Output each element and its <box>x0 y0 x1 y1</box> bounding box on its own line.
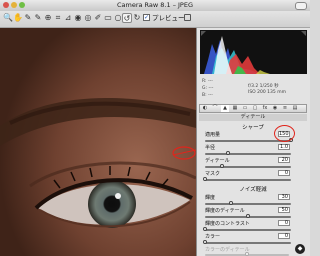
r-value: --- <box>207 79 213 84</box>
red-eye-icon[interactable]: ◎ <box>83 13 93 23</box>
sharpen-masking-label: マスク <box>205 171 221 177</box>
crop-icon[interactable]: ⌗ <box>53 13 63 23</box>
luminance-detail-label: 輝度のディテール <box>205 208 245 214</box>
sharpen-detail-slider[interactable] <box>205 164 291 168</box>
noise-title: ノイズ軽減 <box>239 187 267 193</box>
sharpen-amount-label: 適用量 <box>205 132 221 138</box>
tab-lens-icon[interactable]: ▢ <box>251 105 259 112</box>
spot-removal-icon[interactable]: ◉ <box>73 13 83 23</box>
slider-thumb[interactable] <box>220 164 225 168</box>
white-balance-icon[interactable]: ✎ <box>23 13 33 23</box>
image-preview[interactable] <box>0 28 196 256</box>
luminance-contrast-slider[interactable] <box>203 227 291 231</box>
tab-camera-calibration-icon[interactable]: ◉ <box>271 105 279 112</box>
zoom-icon[interactable]: 🔍 <box>3 13 13 23</box>
tab-effects-icon[interactable]: fx <box>261 105 269 112</box>
g-label: G: <box>202 86 208 91</box>
luminance-contrast-label: 輝度のコントラスト <box>205 221 250 227</box>
sharpen-masking-slider[interactable] <box>203 177 291 181</box>
annotation-circle <box>274 125 295 142</box>
graduated-filter-icon[interactable]: ▭ <box>103 13 113 23</box>
tab-tone-curve-icon[interactable]: ⌒ <box>211 105 219 112</box>
tab-snapshots-icon[interactable]: ▤ <box>291 105 299 112</box>
toolbar-toggle-button[interactable] <box>295 2 307 10</box>
color-noise-value[interactable]: 0 <box>278 233 290 239</box>
preview-checkbox[interactable]: ✓ <box>143 14 150 21</box>
color-noise-label: カラー <box>205 234 221 240</box>
tool-bar: 🔍 ✋ ✎ ✎ ⊕ ⌗ ⊿ ◉ ◎ ✐ ▭ ○ ↺ ↻ ✓ プレビュー <box>0 11 310 28</box>
fullscreen-icon[interactable] <box>184 14 191 21</box>
slider-thumb[interactable] <box>226 151 231 155</box>
luminance-label: 輝度 <box>205 195 216 201</box>
b-label: B: <box>202 93 207 98</box>
sharpen-detail-value[interactable]: 20 <box>278 157 290 163</box>
slider-thumb <box>245 252 249 256</box>
sharpen-detail-label: ディテール <box>205 158 230 164</box>
window-title: Camera Raw 8.1 – JPEG <box>116 1 193 9</box>
iso-focal: ISO 200 135 mm <box>248 90 286 95</box>
rotate-cw-icon[interactable]: ↻ <box>132 13 142 23</box>
slider-thumb[interactable] <box>228 201 233 205</box>
camera-info: R: --- G: --- B: --- f/3.2 1/250 秒 ISO 2… <box>200 75 307 103</box>
histogram <box>200 30 307 74</box>
straighten-icon[interactable]: ⊿ <box>63 13 73 23</box>
tab-detail-icon[interactable]: ▲ <box>221 105 229 112</box>
b-value: --- <box>208 93 213 98</box>
luminance-value[interactable]: 30 <box>278 194 290 200</box>
color-detail-label: カラーのディテール <box>205 247 250 253</box>
tab-hsl-icon[interactable]: ▦ <box>231 105 239 112</box>
preview-label: プレビュー <box>152 14 185 22</box>
eye-photo <box>0 28 196 256</box>
hand-icon[interactable]: ✋ <box>13 13 23 23</box>
sharpen-radius-value[interactable]: 1.0 <box>278 144 290 150</box>
section-title: ディテール <box>199 114 307 121</box>
slider-thumb[interactable] <box>203 240 207 244</box>
g-value: --- <box>208 86 214 91</box>
tab-basic-icon[interactable]: ◐ <box>201 105 209 112</box>
luminance-detail-value[interactable]: 50 <box>278 207 290 213</box>
adjustment-brush-icon[interactable]: ✐ <box>93 13 103 23</box>
tab-split-toning-icon[interactable]: ▭ <box>241 105 249 112</box>
color-sampler-icon[interactable]: ✎ <box>33 13 43 23</box>
sharpen-masking-value[interactable]: 0 <box>278 170 290 176</box>
r-label: R: <box>202 79 207 84</box>
luminance-detail-slider[interactable] <box>205 214 291 218</box>
sharpen-radius-label: 半径 <box>205 145 216 151</box>
rotate-ccw-icon[interactable]: ↺ <box>122 13 132 23</box>
adjustment-panel: R: --- G: --- B: --- f/3.2 1/250 秒 ISO 2… <box>196 28 310 256</box>
target-adjust-icon[interactable]: ⊕ <box>43 13 53 23</box>
luminance-slider[interactable] <box>205 201 291 205</box>
slider-thumb[interactable] <box>203 227 207 231</box>
color-noise-slider[interactable] <box>203 240 291 244</box>
luminance-contrast-value[interactable]: 0 <box>278 220 290 226</box>
panel-tabs: ◐ ⌒ ▲ ▦ ▭ ▢ fx ◉ ≡ ▤ <box>199 104 307 113</box>
app-badge-icon: ◆ <box>295 244 305 254</box>
slider-thumb[interactable] <box>246 214 250 218</box>
tab-presets-icon[interactable]: ≡ <box>281 105 289 112</box>
sharpen-radius-slider[interactable] <box>205 151 291 155</box>
slider-thumb[interactable] <box>203 177 207 181</box>
aperture-shutter: f/3.2 1/250 秒 <box>248 84 279 89</box>
